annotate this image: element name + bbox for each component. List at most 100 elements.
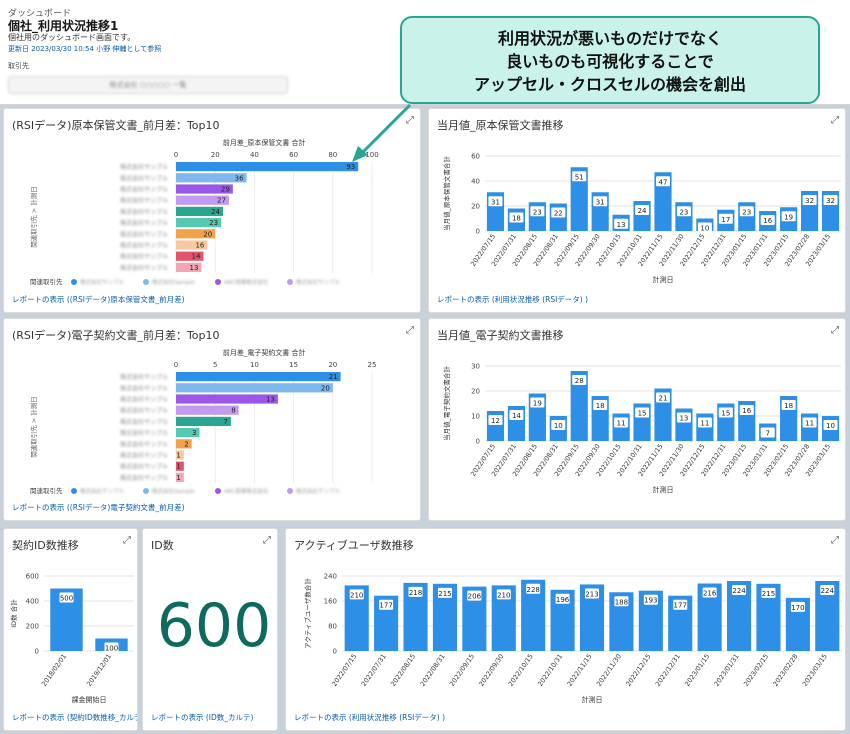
y-tick-label: 600 bbox=[26, 573, 39, 581]
expand-icon[interactable]: ⤢ bbox=[263, 535, 271, 546]
x-tick-label: 2023/01/15 bbox=[683, 653, 711, 688]
vbar-chart: 0102030122022/07/15142022/07/31192022/08… bbox=[442, 363, 841, 494]
y-tick-label: 0 bbox=[476, 228, 480, 236]
card-title: (RSIデータ)電子契約文書_前月差：Top10 bbox=[12, 329, 220, 342]
x-tick-label: 2023/01/31 bbox=[713, 653, 741, 688]
x-axis-label: 課金開始日 bbox=[72, 695, 107, 704]
card-active-users-trend: アクティブユーザ数推移 ⤢ 0 80 160 240 210 2022/07/15 177 2… bbox=[285, 528, 846, 731]
report-link[interactable]: レポートの表示 ((RSIデータ)原本保管文書_前月差) bbox=[12, 294, 185, 305]
y-tick-label: 20 bbox=[471, 388, 480, 396]
y-tick-label: 80 bbox=[328, 623, 337, 631]
data-label: 21 bbox=[329, 373, 338, 381]
x-tick-label: 2022/12/31 bbox=[654, 653, 682, 688]
expand-icon[interactable]: ⤢ bbox=[831, 535, 839, 546]
data-label: 21 bbox=[659, 395, 668, 403]
data-label: 13 bbox=[617, 221, 626, 229]
category-label: 株式会社サンプル bbox=[120, 174, 168, 182]
y-axis-label: 当月値_原本保管文書合計 bbox=[442, 156, 451, 231]
data-label: 23 bbox=[209, 219, 218, 227]
x-tick-label: 2022/07/15 bbox=[330, 653, 358, 688]
legend-marker bbox=[215, 488, 221, 494]
expand-icon[interactable]: ⤢ bbox=[831, 325, 839, 336]
data-label: 218 bbox=[409, 589, 422, 597]
data-label: 11 bbox=[617, 420, 626, 428]
data-label: 188 bbox=[615, 598, 628, 606]
data-label: 215 bbox=[438, 590, 451, 598]
data-label: 10 bbox=[826, 422, 835, 430]
data-label: 16 bbox=[742, 407, 751, 415]
expand-icon[interactable]: ⤢ bbox=[123, 535, 131, 546]
data-label: 31 bbox=[596, 198, 605, 206]
data-label: 7 bbox=[223, 418, 227, 426]
hbar-chart: 前月差_原本保管文書 合計 0 20 40 60 80 100 93 株式会社サンプル 36 株式会… bbox=[29, 138, 379, 286]
data-label: 20 bbox=[321, 384, 330, 392]
hbar-chart: 前月差_電子契約文書 合計0 5 10 15 20 2521株式会社サンプル20株式会社サ… bbox=[29, 348, 376, 495]
account-filter[interactable]: 株式会社 ○○○○○ 一覧 bbox=[8, 76, 288, 94]
data-label: 19 bbox=[784, 213, 793, 221]
report-link[interactable]: レポートの表示 (ID数_カルテ) bbox=[151, 712, 253, 723]
category-label: 株式会社サンプル bbox=[120, 384, 168, 392]
category-label: 株式会社サンプル bbox=[120, 163, 168, 171]
data-label: 8 bbox=[231, 407, 235, 415]
expand-icon[interactable]: ⤢ bbox=[406, 325, 414, 336]
legend-marker bbox=[143, 279, 149, 285]
data-label: 1 bbox=[176, 452, 180, 460]
x-tick-label: 80 bbox=[328, 151, 337, 159]
legend-label: 株式会社サンプル bbox=[296, 278, 340, 286]
expand-icon[interactable]: ⤢ bbox=[831, 115, 839, 126]
report-link[interactable]: レポートの表示 (利用状況推移 (RSIデータ) ) bbox=[437, 294, 588, 305]
data-label: 228 bbox=[526, 586, 539, 594]
card-original-docs-top10: (RSIデータ)原本保管文書_前月差：Top10 ⤢ 前月差_原本保管文書 合計… bbox=[3, 108, 421, 313]
legend-label: ABC商事株式会社 bbox=[224, 487, 269, 495]
y-axis-label: 当月値_電子契約文書合計 bbox=[442, 366, 451, 441]
data-label: 51 bbox=[575, 173, 584, 181]
category-label: 株式会社サンプル bbox=[120, 253, 168, 261]
data-label: 170 bbox=[791, 604, 804, 612]
legend-marker bbox=[143, 488, 149, 494]
data-label: 10 bbox=[700, 225, 709, 233]
updated-info: 更新日 2023/03/30 10:54 小野 伸輔として参照 bbox=[8, 45, 162, 53]
x-tick-label: 2019/12/01 bbox=[85, 653, 113, 688]
data-label: 216 bbox=[703, 590, 717, 598]
data-label: 11 bbox=[700, 420, 709, 428]
category-label: 株式会社サンプル bbox=[120, 208, 168, 216]
report-link[interactable]: レポートの表示 (契約ID数推移_カルテ) bbox=[12, 712, 137, 723]
y-tick-label: 0 bbox=[333, 648, 337, 656]
card-id-count: ID数 ⤢ 600 レポートの表示 (ID数_カルテ) bbox=[142, 528, 278, 731]
data-label: 27 bbox=[217, 197, 226, 205]
category-label: 株式会社サンプル bbox=[120, 186, 168, 194]
data-label: 31 bbox=[491, 198, 500, 206]
data-label: 16 bbox=[763, 217, 772, 225]
x-tick-label: 20 bbox=[211, 151, 220, 159]
x-tick-label: 2023/02/28 bbox=[771, 653, 799, 688]
legend-label: 株式会社Sample bbox=[152, 487, 195, 495]
data-label: 24 bbox=[211, 208, 220, 216]
data-label: 7 bbox=[765, 430, 769, 438]
category-label: 株式会社サンプル bbox=[120, 463, 168, 471]
data-label: 215 bbox=[762, 590, 775, 598]
report-link[interactable]: レポートの表示 (利用状況推移 (RSIデータ) ) bbox=[294, 712, 445, 723]
y-tick-label: 160 bbox=[324, 598, 337, 606]
expand-icon[interactable]: ⤢ bbox=[406, 115, 414, 126]
data-label: 3 bbox=[192, 429, 196, 437]
x-tick-label: 2022/08/31 bbox=[419, 653, 447, 688]
data-label: 14 bbox=[192, 253, 201, 261]
data-label: 2 bbox=[184, 440, 188, 448]
x-tick-label: 100 bbox=[365, 151, 378, 159]
data-label: 15 bbox=[721, 410, 730, 418]
card-title: 当月値_原本保管文書推移 bbox=[437, 119, 564, 132]
x-tick-label: 10 bbox=[250, 361, 259, 369]
metric-value: 600 bbox=[156, 591, 272, 661]
x-tick-label: 2022/07/31 bbox=[360, 653, 388, 688]
data-label: 11 bbox=[805, 420, 814, 428]
x-tick-label: 2022/11/30 bbox=[595, 653, 623, 688]
category-label: 株式会社サンプル bbox=[120, 418, 168, 426]
y-axis-label: アクティブユーザ数合計 bbox=[303, 578, 312, 649]
legend-title: 関連取引先 bbox=[30, 486, 63, 495]
data-label: 1 bbox=[176, 474, 180, 482]
data-label: 213 bbox=[585, 590, 598, 598]
legend-label: 株式会社サンプル bbox=[80, 278, 124, 286]
data-label: 22 bbox=[554, 210, 563, 218]
category-label: 株式会社サンプル bbox=[120, 197, 168, 205]
report-link[interactable]: レポートの表示 ((RSIデータ)電子契約文書_前月差) bbox=[12, 502, 185, 513]
